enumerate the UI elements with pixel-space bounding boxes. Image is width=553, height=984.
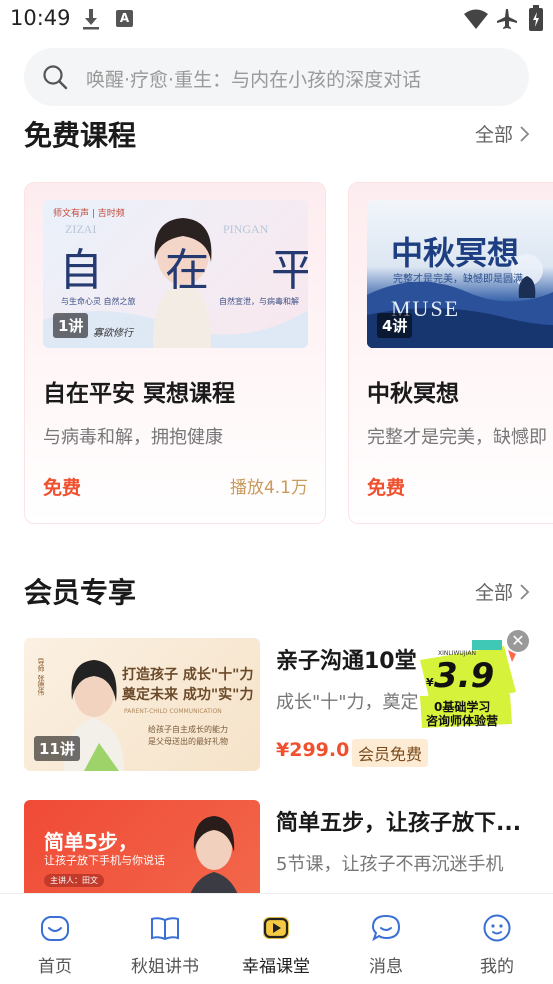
tab-label: 首页	[38, 957, 72, 977]
battery-icon	[529, 5, 543, 31]
close-icon: ✕	[511, 631, 525, 650]
thumb-line2: 奠定未来 成功"实"力	[122, 687, 254, 703]
thumb-note2: 是父母送出的最好礼物	[148, 737, 228, 746]
thumb-note1: 给孩子自主成长的能力	[148, 725, 228, 734]
chevron-right-icon	[520, 125, 530, 142]
promo-currency: ¥	[426, 676, 434, 689]
tab-books[interactable]: 秋姐讲书	[110, 894, 220, 984]
more-label: 全部	[474, 124, 513, 146]
search-icon	[43, 65, 68, 90]
tab-classroom[interactable]: 幸福课堂	[221, 894, 331, 984]
course-title: 简单五步，让孩子放下...	[276, 811, 522, 836]
promo-line2: 咨询师体验营	[426, 714, 499, 728]
tab-label: 消息	[369, 957, 403, 977]
app-screen: 10:49 A 唤醒·疗愈·重生：与内在小孩的深度对话 免费课程 全部 师文有声…	[0, 0, 553, 984]
airplane-icon	[497, 9, 517, 29]
thumb-sub-left: 与生命心灵 自然之旅	[61, 297, 136, 306]
tab-label: 秋姐讲书	[131, 957, 199, 977]
course-title: 亲子沟通10堂	[276, 649, 417, 674]
thumb-sub-right: 自然宣泄，与病毒和解	[219, 297, 299, 306]
thumb-brand: 师文有声 | 吉时频	[53, 209, 125, 219]
course-subtitle: 5节课，让孩子不再沉迷手机	[276, 854, 504, 875]
course-thumbnail: 导师 张德伟 打造孩子 成长"十"力 奠定未来 成功"实"力 PARENT-CH…	[24, 638, 260, 771]
course-subtitle: 成长"十"力，奠定	[276, 692, 419, 713]
free-section-more-link[interactable]: 全部	[475, 120, 531, 147]
thumb-teacher: 导师 张德伟	[37, 658, 45, 696]
member-section-title: 会员专享	[24, 576, 137, 609]
profile-face-icon	[483, 914, 511, 942]
more-label: 全部	[474, 582, 513, 604]
lesson-count-badge: 4讲	[377, 313, 413, 338]
course-play-count: 播放4.1万	[229, 478, 308, 498]
thumb-signature: 寡欲修行	[93, 328, 133, 339]
app-notification-icon: A	[116, 10, 133, 27]
download-icon	[83, 9, 99, 30]
play-video-icon	[263, 917, 289, 939]
thumb-sub: 完整才是完美，缺憾即是圆满	[393, 274, 523, 285]
search-placeholder: 唤醒·疗愈·重生：与内在小孩的深度对话	[86, 69, 422, 91]
thumb-title: 中秋冥想	[391, 234, 520, 272]
course-subtitle: 与病毒和解，拥抱健康	[43, 427, 223, 448]
course-thumbnail: 师文有声 | 吉时频 ZIZAI PINGAN 自在平安 与生命心灵 自然之旅 …	[43, 200, 308, 348]
chat-bubble-icon	[371, 914, 401, 942]
tab-home[interactable]: 首页	[0, 894, 110, 984]
member-section-more-link[interactable]: 全部	[475, 578, 531, 605]
tab-label: 我的	[480, 957, 514, 977]
lesson-count-badge: 11讲	[34, 736, 80, 761]
book-icon	[151, 917, 179, 941]
chevron-right-icon	[520, 583, 530, 600]
search-bar[interactable]: 唤醒·疗愈·重生：与内在小孩的深度对话	[24, 48, 529, 106]
home-smile-icon	[41, 916, 69, 941]
thumb-line2: 让孩子放下手机与你说话	[44, 854, 165, 867]
member-free-tag: 会员免费	[352, 739, 429, 767]
status-bar: 10:49 A	[0, 0, 553, 38]
free-section-title: 免费课程	[24, 119, 137, 152]
tab-label: 幸福课堂	[242, 957, 310, 977]
thumb-en: PARENT-CHILD COMMUNICATION	[124, 708, 222, 715]
free-course-card[interactable]: 中秋冥想 完整才是完美，缺憾即是圆满 MUSE 4讲 中秋冥想 完整才是完美，缺…	[348, 182, 553, 524]
thumb-title: 自在平安	[59, 245, 308, 296]
free-course-card[interactable]: 师文有声 | 吉时频 ZIZAI PINGAN 自在平安 与生命心灵 自然之旅 …	[24, 182, 326, 524]
promo-close-button[interactable]: ✕	[507, 630, 529, 652]
lesson-count-badge: 1讲	[53, 313, 89, 338]
tab-messages[interactable]: 消息	[331, 894, 441, 984]
course-price-free: 免费	[367, 477, 406, 499]
tab-profile[interactable]: 我的	[442, 894, 552, 984]
promo-price: 3.9	[434, 656, 495, 696]
member-course-item[interactable]: 简单5步， 让孩子放下手机与你说话 主讲人：田文 简单五步，让孩子放下... 5…	[24, 800, 544, 933]
course-price: ¥299.0	[276, 739, 350, 761]
course-title: 自在平安 冥想课程	[43, 381, 236, 407]
course-price-free: 免费	[43, 477, 82, 499]
thumb-line1: 打造孩子 成长"十"力	[122, 667, 254, 683]
thumb-teacher: 主讲人：田文	[44, 874, 104, 887]
bottom-tab-bar: 首页 秋姐讲书 幸福课堂 消息 我的	[0, 893, 553, 984]
thumb-line1: 简单5步，	[44, 830, 138, 854]
course-title: 中秋冥想	[367, 381, 459, 407]
wifi-icon	[464, 9, 488, 29]
status-time: 10:49	[10, 6, 71, 30]
course-thumbnail: 中秋冥想 完整才是完美，缺憾即是圆满 MUSE 4讲	[367, 200, 553, 348]
course-subtitle: 完整才是完美，缺憾即	[367, 427, 547, 448]
